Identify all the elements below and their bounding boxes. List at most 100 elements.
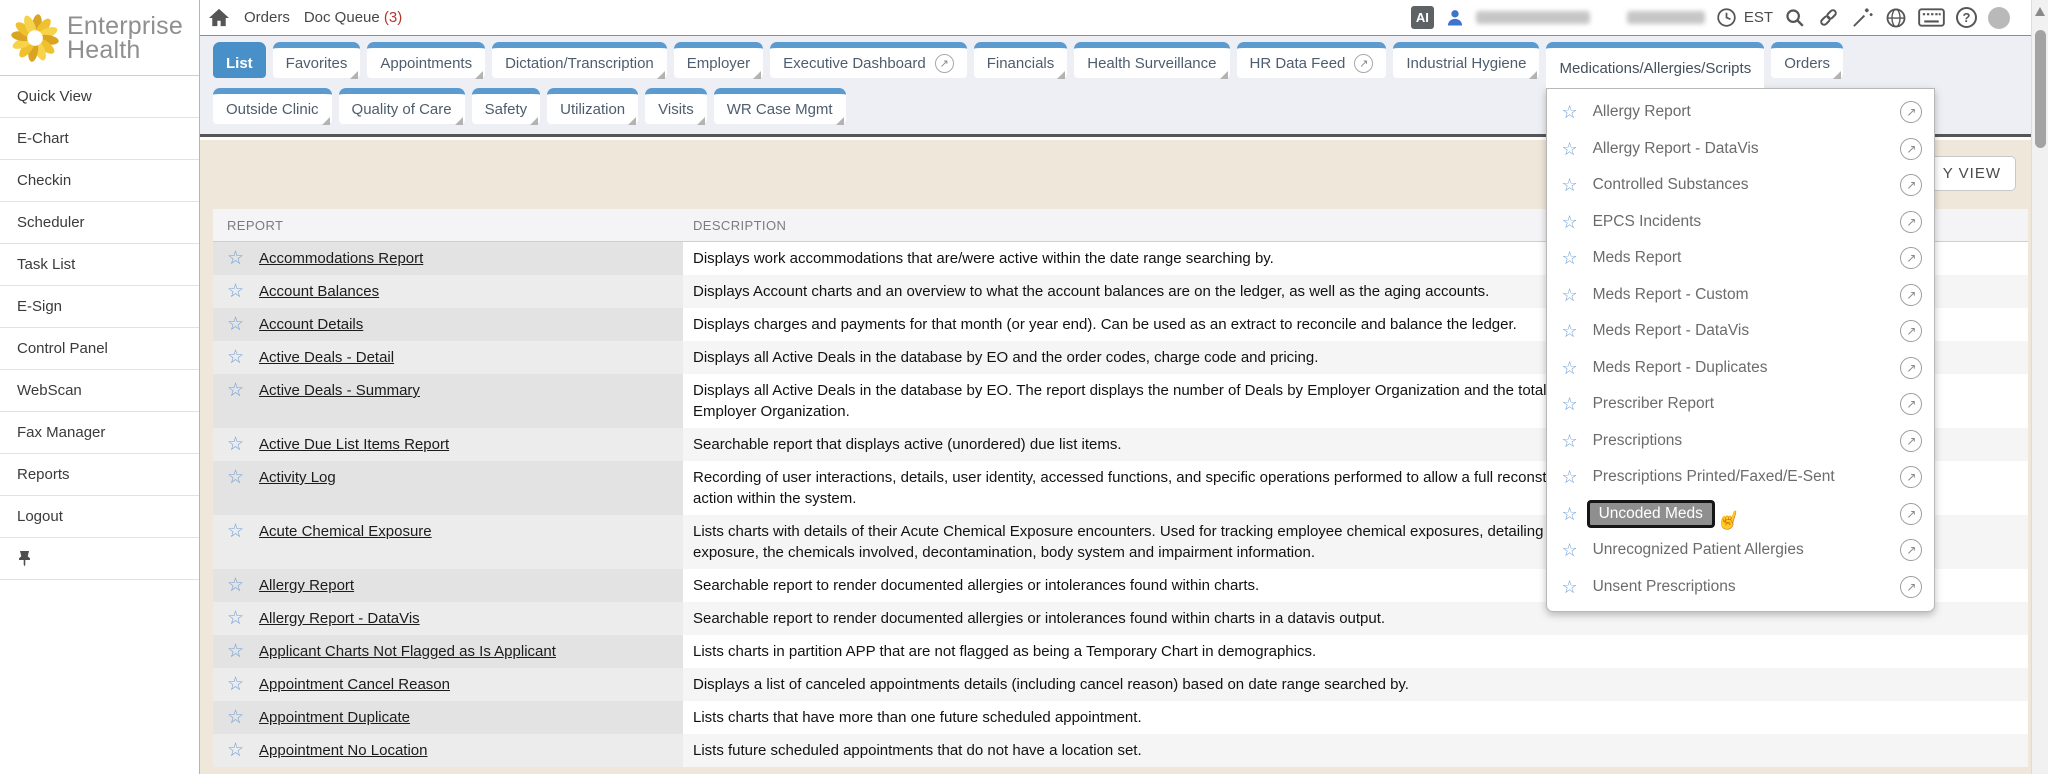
scrollbar-thumb[interactable] — [2035, 30, 2046, 148]
favorite-star-icon[interactable]: ☆ — [227, 642, 244, 661]
favorite-star-icon[interactable]: ☆ — [1561, 249, 1577, 267]
report-link-account-balances[interactable]: Account Balances — [259, 282, 379, 302]
tab-industrial-hygiene[interactable]: Industrial Hygiene ↗ — [1393, 42, 1539, 78]
report-link-accommodations-report[interactable]: Accommodations Report — [259, 249, 423, 269]
report-link-account-details[interactable]: Account Details — [259, 315, 363, 335]
open-new-window-icon[interactable]: ↗ — [1900, 466, 1922, 488]
keyboard-icon[interactable] — [1918, 7, 1945, 28]
favorite-star-icon[interactable]: ☆ — [1561, 395, 1577, 413]
favorite-star-icon[interactable]: ☆ — [227, 675, 244, 694]
menu-item-controlled-substances[interactable]: ☆ Controlled Substances ☝ ↗ — [1547, 167, 1934, 204]
scrollbar-up-arrow[interactable] — [2035, 7, 2045, 16]
favorite-star-icon[interactable]: ☆ — [1561, 286, 1577, 304]
sidebar-item-fax-manager[interactable]: Fax Manager — [0, 412, 199, 454]
search-icon[interactable] — [1784, 7, 1806, 29]
tab-favorites[interactable]: Favorites ↗ — [273, 42, 361, 78]
breadcrumb-orders[interactable]: Orders — [244, 9, 290, 26]
enterprise-health-logo[interactable]: EnterpriseHealth — [0, 0, 199, 76]
menu-item-unsent-prescriptions[interactable]: ☆ Unsent Prescriptions ☝ ↗ — [1547, 569, 1934, 606]
menu-item-meds-report[interactable]: ☆ Meds Report ☝ ↗ — [1547, 240, 1934, 277]
home-icon[interactable] — [208, 8, 230, 28]
sidebar-item-checkin[interactable]: Checkin — [0, 160, 199, 202]
open-new-window-icon[interactable]: ↗ — [1900, 284, 1922, 306]
tab-list[interactable]: List ↗ — [213, 42, 266, 78]
help-icon[interactable]: ? — [1956, 7, 1977, 28]
menu-item-epcs-incidents[interactable]: ☆ EPCS Incidents ☝ ↗ — [1547, 204, 1934, 241]
favorite-star-icon[interactable]: ☆ — [227, 741, 244, 760]
report-link-active-due-list-items-report[interactable]: Active Due List Items Report — [259, 435, 449, 455]
tab-financials[interactable]: Financials ↗ — [974, 42, 1068, 78]
favorite-star-icon[interactable]: ☆ — [1561, 578, 1577, 596]
favorite-star-icon[interactable]: ☆ — [1561, 432, 1577, 450]
report-link-allergy-report[interactable]: Allergy Report — [259, 576, 354, 596]
favorite-star-icon[interactable]: ☆ — [1561, 505, 1577, 523]
tab-hr-data-feed[interactable]: HR Data Feed ↗ — [1237, 42, 1387, 78]
open-new-window-icon[interactable]: ↗ — [1900, 503, 1922, 525]
sidebar-item-webscan[interactable]: WebScan — [0, 370, 199, 412]
open-new-window-icon[interactable]: ↗ — [1900, 320, 1922, 342]
tab-appointments[interactable]: Appointments ↗ — [367, 42, 485, 78]
menu-item-meds-report-duplicates[interactable]: ☆ Meds Report - Duplicates ☝ ↗ — [1547, 350, 1934, 387]
favorite-star-icon[interactable]: ☆ — [1561, 140, 1577, 158]
favorite-star-icon[interactable]: ☆ — [1561, 541, 1577, 559]
report-link-active-deals-summary[interactable]: Active Deals - Summary — [259, 381, 420, 401]
open-new-window-icon[interactable]: ↗ — [1900, 576, 1922, 598]
tab-orders[interactable]: Orders ↗ — [1771, 42, 1843, 78]
favorite-star-icon[interactable]: ☆ — [1561, 468, 1577, 486]
favorite-star-icon[interactable]: ☆ — [227, 708, 244, 727]
vertical-scrollbar[interactable] — [2031, 0, 2048, 774]
pin-sidebar-button[interactable] — [0, 538, 199, 580]
favorite-star-icon[interactable]: ☆ — [227, 522, 244, 541]
favorite-star-icon[interactable]: ☆ — [227, 468, 244, 487]
favorite-star-icon[interactable]: ☆ — [227, 435, 244, 454]
favorite-star-icon[interactable]: ☆ — [227, 315, 244, 334]
sidebar-item-logout[interactable]: Logout — [0, 496, 199, 538]
sidebar-item-reports[interactable]: Reports — [0, 454, 199, 496]
menu-item-allergy-report-datavis[interactable]: ☆ Allergy Report - DataVis ☝ ↗ — [1547, 131, 1934, 168]
open-new-window-icon[interactable]: ↗ — [1900, 539, 1922, 561]
tab-utilization[interactable]: Utilization ↗ — [547, 88, 638, 124]
tab-outside-clinic[interactable]: Outside Clinic ↗ — [213, 88, 332, 124]
open-new-window-icon[interactable]: ↗ — [1900, 393, 1922, 415]
report-link-acute-chemical-exposure[interactable]: Acute Chemical Exposure — [259, 522, 432, 542]
tab-health-surveillance[interactable]: Health Surveillance ↗ — [1074, 42, 1229, 78]
favorite-star-icon[interactable]: ☆ — [227, 576, 244, 595]
menu-item-allergy-report[interactable]: ☆ Allergy Report ☝ ↗ — [1547, 94, 1934, 131]
open-new-window-icon[interactable]: ↗ — [1900, 430, 1922, 452]
open-new-window-icon[interactable]: ↗ — [1900, 174, 1922, 196]
tab-wr-case-mgmt[interactable]: WR Case Mgmt ↗ — [714, 88, 846, 124]
sidebar-item-e-sign[interactable]: E-Sign — [0, 286, 199, 328]
favorite-star-icon[interactable]: ☆ — [1561, 322, 1577, 340]
menu-item-prescriber-report[interactable]: ☆ Prescriber Report ☝ ↗ — [1547, 386, 1934, 423]
sidebar-item-task-list[interactable]: Task List — [0, 244, 199, 286]
open-new-window-icon[interactable]: ↗ — [1900, 247, 1922, 269]
open-new-window-icon[interactable]: ↗ — [1900, 211, 1922, 233]
report-link-active-deals-detail[interactable]: Active Deals - Detail — [259, 348, 394, 368]
breadcrumb-doc-queue[interactable]: Doc Queue (3) — [304, 9, 402, 26]
menu-item-prescriptions-printed-faxed-e-sent[interactable]: ☆ Prescriptions Printed/Faxed/E-Sent ☝ ↗ — [1547, 459, 1934, 496]
report-link-applicant-charts-not-flagged-as-is-applicant[interactable]: Applicant Charts Not Flagged as Is Appli… — [259, 642, 556, 662]
open-new-window-icon[interactable]: ↗ — [1900, 357, 1922, 379]
report-link-activity-log[interactable]: Activity Log — [259, 468, 336, 488]
tab-safety[interactable]: Safety ↗ — [472, 88, 541, 124]
tab-executive-dashboard[interactable]: Executive Dashboard ↗ — [770, 42, 967, 78]
sidebar-item-quick-view[interactable]: Quick View — [0, 76, 199, 118]
favorite-star-icon[interactable]: ☆ — [227, 609, 244, 628]
ai-badge[interactable]: AI — [1411, 6, 1434, 29]
favorite-star-icon[interactable]: ☆ — [227, 282, 244, 301]
favorite-star-icon[interactable]: ☆ — [227, 249, 244, 268]
favorite-star-icon[interactable]: ☆ — [1561, 213, 1577, 231]
sidebar-item-e-chart[interactable]: E-Chart — [0, 118, 199, 160]
sidebar-item-control-panel[interactable]: Control Panel — [0, 328, 199, 370]
favorite-star-icon[interactable]: ☆ — [1561, 103, 1577, 121]
favorite-star-icon[interactable]: ☆ — [227, 348, 244, 367]
open-new-window-icon[interactable]: ↗ — [1900, 138, 1922, 160]
report-link-appointment-duplicate[interactable]: Appointment Duplicate — [259, 708, 410, 728]
favorite-star-icon[interactable]: ☆ — [1561, 176, 1577, 194]
magic-wand-icon[interactable] — [1851, 6, 1874, 29]
menu-item-unrecognized-patient-allergies[interactable]: ☆ Unrecognized Patient Allergies ☝ ↗ — [1547, 532, 1934, 569]
menu-item-prescriptions[interactable]: ☆ Prescriptions ☝ ↗ — [1547, 423, 1934, 460]
link-icon[interactable] — [1817, 6, 1840, 29]
tab-visits[interactable]: Visits ↗ — [645, 88, 707, 124]
report-link-allergy-report-datavis[interactable]: Allergy Report - DataVis — [259, 609, 420, 629]
